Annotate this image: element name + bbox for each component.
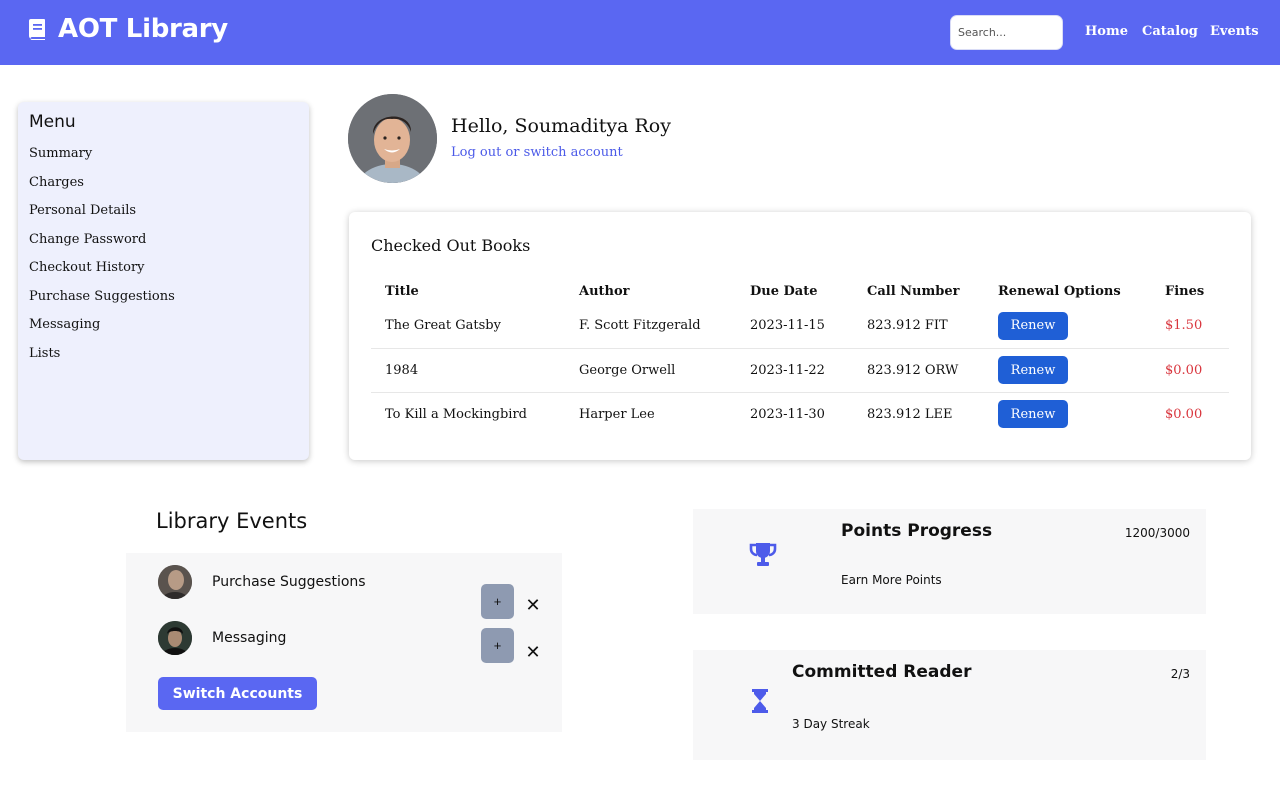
sidebar-item-purchase-suggestions[interactable]: Purchase Suggestions <box>29 289 298 318</box>
event-item[interactable]: Messaging <box>158 621 286 655</box>
logout-link[interactable]: Log out or switch account <box>451 145 623 160</box>
cell-due-date: 2023-11-22 <box>736 347 853 392</box>
achievement-subtitle: 3 Day Streak <box>792 717 870 731</box>
cell-fine: $0.00 <box>1151 391 1229 436</box>
trophy-icon <box>749 543 777 566</box>
renew-button[interactable]: Renew <box>998 356 1068 384</box>
points-progress-card: Points Progress Earn More Points 1200/30… <box>693 509 1206 614</box>
book-icon <box>29 19 45 40</box>
top-navigation-bar: AOT Library Home Catalog Events <box>0 0 1280 65</box>
sidebar-item-lists[interactable]: Lists <box>29 346 298 375</box>
cell-call-number: 823.912 LEE <box>853 391 984 436</box>
committed-reader-card: Committed Reader 3 Day Streak 2/3 <box>693 650 1206 760</box>
column-header-renewal-options: Renewal Options <box>998 283 1121 299</box>
add-button[interactable]: + <box>481 584 514 619</box>
library-events-panel: Purchase Suggestions + ✕ Messaging + ✕ S… <box>126 553 562 732</box>
table-row: The Great Gatsby F. Scott Fitzgerald 202… <box>371 304 1229 348</box>
nav-catalog[interactable]: Catalog <box>1142 24 1198 39</box>
cell-title: The Great Gatsby <box>385 318 501 334</box>
renew-button[interactable]: Renew <box>998 311 1068 340</box>
greeting: Hello, Soumaditya Roy <box>451 115 671 137</box>
event-avatar <box>158 565 192 599</box>
cell-author: Harper Lee <box>565 391 736 436</box>
sidebar-item-charges[interactable]: Charges <box>29 175 298 204</box>
library-events-title: Library Events <box>156 509 308 533</box>
nav-events[interactable]: Events <box>1210 24 1259 39</box>
renew-button[interactable]: Renew <box>998 400 1068 429</box>
cell-author: F. Scott Fitzgerald <box>579 318 701 334</box>
hourglass-icon <box>752 689 768 713</box>
achievement-subtitle: Earn More Points <box>841 573 942 587</box>
sidebar-item-personal-details[interactable]: Personal Details <box>29 203 298 232</box>
sidebar-item-change-password[interactable]: Change Password <box>29 232 298 261</box>
close-icon[interactable]: ✕ <box>523 595 543 615</box>
sidebar-item-messaging[interactable]: Messaging <box>29 317 298 346</box>
user-avatar <box>348 94 437 183</box>
cell-call-number: 823.912 ORW <box>853 347 984 392</box>
sidebar-menu: Menu Summary Charges Personal Details Ch… <box>18 102 309 460</box>
table-row: 1984 George Orwell 2023-11-22 823.912 OR… <box>371 347 1229 392</box>
table-row: To Kill a Mockingbird Harper Lee 2023-11… <box>371 391 1229 436</box>
nav-home[interactable]: Home <box>1085 24 1128 39</box>
achievement-value: 2/3 <box>1170 667 1190 681</box>
achievement-title: Points Progress <box>841 521 993 541</box>
achievement-title: Committed Reader <box>792 662 972 682</box>
cell-title: 1984 <box>371 347 565 392</box>
sidebar-heading: Menu <box>29 112 76 132</box>
close-icon[interactable]: ✕ <box>523 642 543 662</box>
brand-title: AOT Library <box>58 14 228 44</box>
achievement-value: 1200/3000 <box>1124 526 1190 540</box>
search-input[interactable] <box>950 15 1063 50</box>
switch-accounts-button[interactable]: Switch Accounts <box>158 677 317 710</box>
event-item[interactable]: Purchase Suggestions <box>158 565 366 599</box>
checked-out-books-card: Checked Out Books Title Author Due Date … <box>349 212 1251 460</box>
cell-due-date: 2023-11-15 <box>750 318 825 334</box>
sidebar-item-summary[interactable]: Summary <box>29 146 298 175</box>
cell-fine: $0.00 <box>1151 347 1229 392</box>
cell-author: George Orwell <box>565 347 736 392</box>
sidebar-item-checkout-history[interactable]: Checkout History <box>29 260 298 289</box>
column-header-fines: Fines <box>1165 283 1205 299</box>
event-label: Purchase Suggestions <box>212 574 366 590</box>
column-header-due-date: Due Date <box>750 283 818 299</box>
event-label: Messaging <box>212 630 287 646</box>
card-title: Checked Out Books <box>371 236 531 255</box>
column-header-call-number: Call Number <box>867 283 960 299</box>
cell-fine: $1.50 <box>1165 318 1203 334</box>
add-button[interactable]: + <box>481 628 514 663</box>
cell-call-number: 823.912 FIT <box>867 318 948 334</box>
column-header-author: Author <box>579 283 630 299</box>
cell-title: To Kill a Mockingbird <box>371 391 565 436</box>
column-header-title: Title <box>385 283 419 299</box>
cell-due-date: 2023-11-30 <box>736 391 853 436</box>
brand[interactable]: AOT Library <box>28 14 228 44</box>
event-avatar <box>158 621 192 655</box>
checked-out-table: Title Author Due Date Call Number Renewa… <box>371 278 1229 436</box>
